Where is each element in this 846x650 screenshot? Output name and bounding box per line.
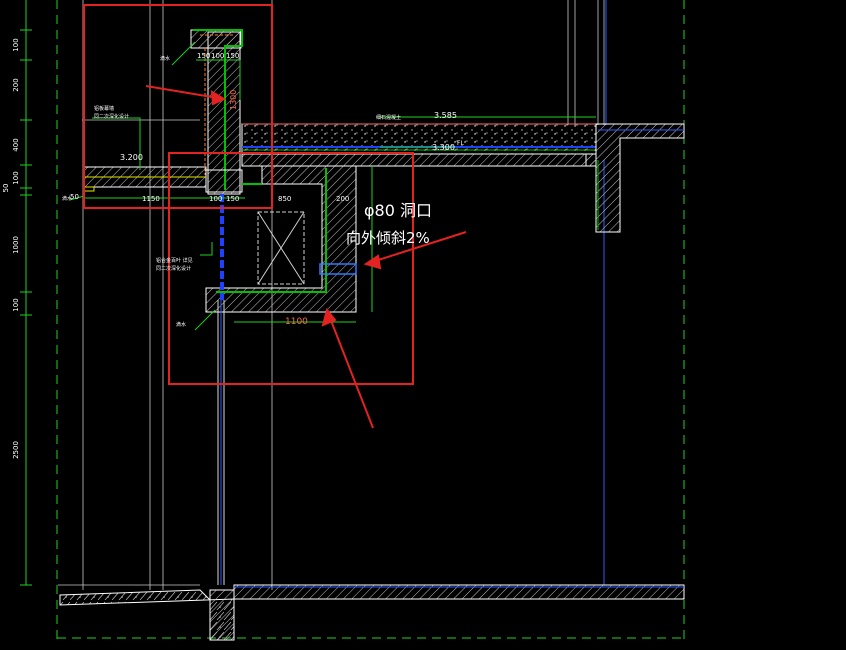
opening-text-2: 向外倾斜2% [346,229,430,247]
dim-150-top: 150 [197,52,210,60]
annotation-texts: φ80 洞口 向外倾斜2% 1100 150 100 150 1150 100 … [62,52,464,328]
right-beam [585,123,685,233]
vertical-pipe [217,194,225,585]
mid-note-2: 同二次深化设计 [156,265,191,272]
roof-slab [241,123,597,167]
dim-200: 200 [336,195,349,203]
duct-box [257,211,305,285]
dim-left-200: 200 [12,78,20,91]
dim-left-100a: 100 [12,38,20,51]
left-note-1: 铝板幕墙 [94,105,114,112]
dim-1150: 1150 [142,195,160,203]
fl-mark: FL [457,140,464,147]
mid-note-1: 铝合金百叶 详见 [156,257,193,264]
dim-left-1000: 1000 [12,236,20,254]
dim-150-top-right: 150 [226,52,239,60]
vert-1300: 1300 [229,90,238,110]
dim-1100: 1100 [285,317,308,327]
dim-100-top: 100 [211,52,224,60]
dim-left-2500: 2500 [12,441,20,459]
markup-boxes [83,4,414,385]
frame-lines [56,0,685,640]
dim-150-mid: 150 [226,195,239,203]
dim-left-100b: 100 [12,171,20,184]
dim-left-400: 400 [12,138,20,151]
ground-slab [59,584,685,641]
elev-3585: 3.585 [434,111,457,120]
label-ding: 滴水 [176,321,186,328]
label-tl: 滴水 [160,55,170,62]
dim-850: 850 [278,195,291,203]
left-cantilever [83,166,207,192]
left-dimension-chain: 100 200 400 100 50 1000 100 2500 [2,0,32,586]
dim-left-100c: 100 [12,298,20,311]
cad-drawing: 100 200 400 100 50 1000 100 2500 φ80 洞口 … [2,0,685,641]
elev-3200: 3.200 [120,153,143,162]
dim-100-mid: 100 [209,195,222,203]
opening-text-1: φ80 洞口 [364,201,432,220]
label-bl: 滴水 [62,195,72,202]
slab-note: 细石混凝土 [376,114,401,121]
dim-left-50: 50 [2,184,10,193]
left-note-2: 同二次深化设计 [94,113,129,120]
elev-3300: 3.300 [432,143,455,152]
